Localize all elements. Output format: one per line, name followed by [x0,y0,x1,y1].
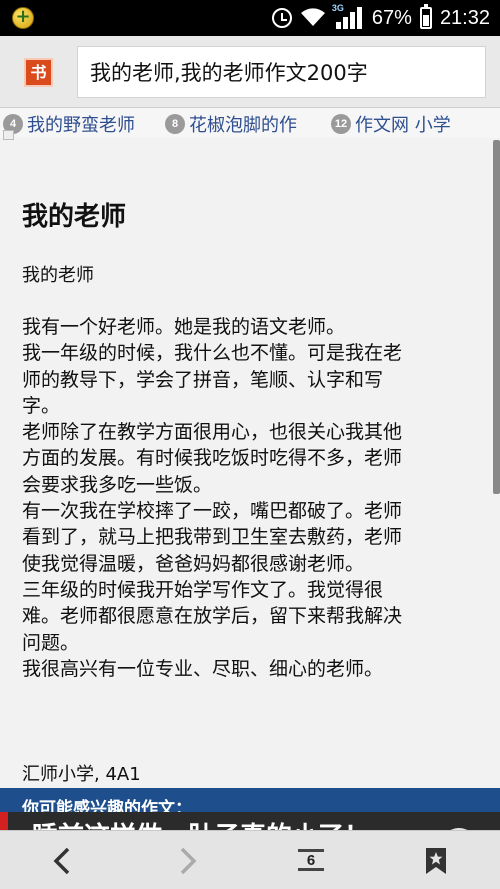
article-title: 我的老师 [22,202,127,232]
tabs-icon: 6 [298,849,324,871]
network-type-label: 3G [331,3,344,13]
article-line: 字。 [22,394,61,417]
tab-link-1[interactable]: 4 我的野蛮老师 [3,111,135,137]
tab-link-3[interactable]: 12 作文网 小学 [331,111,451,137]
article-line: 师的教导下，学会了拼音，笔顺、认字和写 [22,368,384,391]
article-line: 看到了，就马上把我带到卫生室去敷药，老师 [22,526,403,549]
tab-link-2[interactable]: 8 花椒泡脚的作 [165,111,297,137]
forward-icon[interactable] [158,831,218,889]
article-line: 我很高兴有一位专业、尽职、细心的老师。 [22,657,384,680]
article-line: 我有一个好老师。她是我的语文老师。 [22,316,346,338]
back-icon[interactable] [32,831,92,889]
article-subtitle: 我的老师 [22,265,94,286]
article-line: 老师除了在教学方面很用心，也很关心我其他 [22,421,403,444]
article-content: 我的老师 我的老师 我有一个好老师。她是我的语文老师。 我一年级的时候，我什么也… [0,140,493,788]
recommendation-item[interactable]: 睡前这样做，肚子真的小了！ [32,816,370,830]
article-line: 问题。 [22,631,80,654]
signal-icon: 3G [332,3,364,29]
article-line: 三年级的时候我开始学写作文了。我觉得很 [22,578,384,601]
article-line: 会要求我多吃一些饭。 [22,473,213,496]
battery-icon [419,4,432,29]
tab-number-badge: 12 [331,114,351,134]
alarm-icon [271,8,292,28]
bookmark-icon[interactable] [406,831,466,889]
article-line: 我一年级的时候，我什么也不懂。可是我在老 [22,342,403,365]
recommendation-banner[interactable]: 你可能感兴趣的作文： 睡前这样做，肚子真的小了！ [0,788,500,830]
app-notification-icon [12,6,34,29]
article-line: 使我觉得温暖，爸爸妈妈都很感谢老师。 [22,552,365,575]
wifi-icon [300,8,326,28]
tab-strip: 4 我的野蛮老师 8 花椒泡脚的作 12 作文网 小学 [0,108,500,138]
status-icons: 3G 67% 21:32 [271,0,490,36]
article-line: 难。老师都很愿意在放学后，留下来帮我解决 [22,605,403,628]
broken-image-icon [3,130,14,140]
clock: 21:32 [439,6,490,29]
tabs-button[interactable]: 6 [282,831,342,889]
scrollbar[interactable] [493,140,500,494]
address-bar: 书 我的老师,我的老师作文200字 [0,36,500,108]
article-footer: 汇师小学, 4A1 [22,764,141,785]
url-input[interactable]: 我的老师,我的老师作文200字 [77,46,486,98]
status-bar: 3G 67% 21:32 [0,0,500,36]
recommendation-marker [0,812,8,830]
book-logo-icon[interactable]: 书 [24,58,53,87]
tab-number-badge: 8 [165,114,185,134]
tab-link-label: 作文网 小学 [355,115,451,136]
tab-link-label: 花椒泡脚的作 [189,115,297,136]
bottom-nav: 6 [0,830,500,889]
battery-percent: 67% [371,6,412,29]
article-body: 我有一个好老师。她是我的语文老师。 我一年级的时候，我什么也不懂。可是我在老 师… [22,314,476,682]
article-line: 有一次我在学校摔了一跤，嘴巴都破了。老师 [22,500,403,523]
tab-link-label: 我的野蛮老师 [27,115,135,136]
article-line: 方面的发展。有时候我吃饭时吃得不多，老师 [22,447,403,470]
